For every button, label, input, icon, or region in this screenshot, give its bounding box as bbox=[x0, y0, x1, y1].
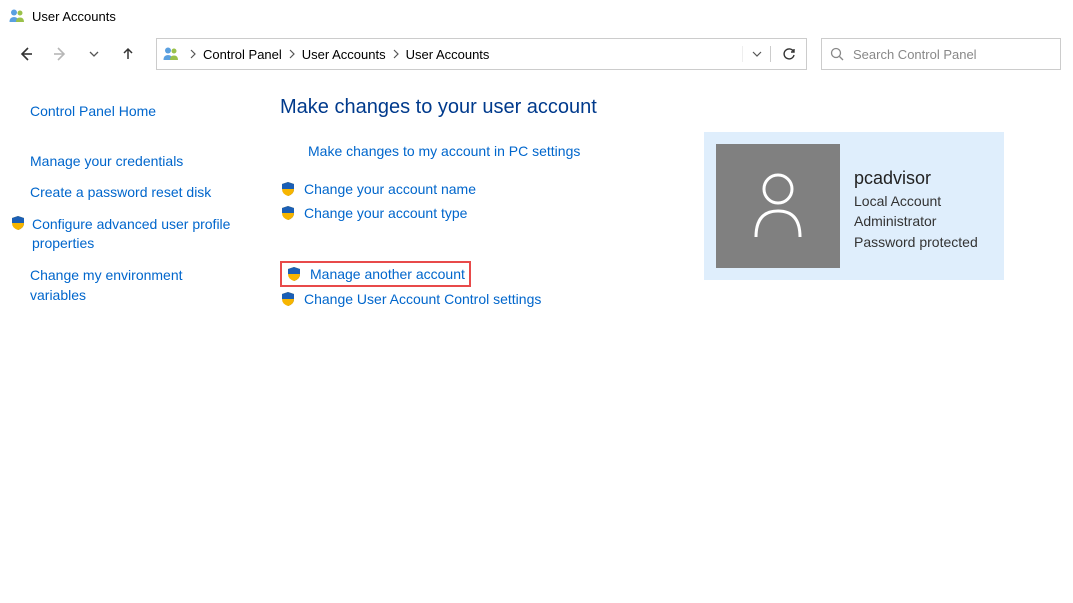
shield-icon bbox=[10, 215, 26, 231]
sidebar-item-advanced-profile[interactable]: Configure advanced user profile properti… bbox=[10, 209, 242, 260]
chevron-right-icon[interactable] bbox=[284, 49, 300, 59]
refresh-button[interactable] bbox=[770, 46, 806, 62]
control-panel-home-link[interactable]: Control Panel Home bbox=[30, 96, 242, 128]
account-password-status: Password protected bbox=[854, 232, 978, 252]
window-title: User Accounts bbox=[32, 9, 116, 24]
link-label: Change your account name bbox=[304, 181, 476, 197]
account-role: Administrator bbox=[854, 211, 978, 231]
page-title: Make changes to your user account bbox=[280, 96, 700, 119]
forward-button[interactable] bbox=[46, 40, 74, 68]
search-box[interactable] bbox=[821, 38, 1061, 70]
link-label: Manage another account bbox=[310, 266, 465, 282]
address-dropdown[interactable] bbox=[742, 46, 770, 62]
change-uac-settings-link[interactable]: Change User Account Control settings bbox=[280, 287, 700, 311]
shield-icon bbox=[280, 205, 296, 221]
breadcrumb-item[interactable]: User Accounts bbox=[404, 47, 492, 62]
account-name: pcadvisor bbox=[854, 168, 978, 189]
chevron-right-icon[interactable] bbox=[388, 49, 404, 59]
account-type: Local Account bbox=[854, 191, 978, 211]
change-account-type-link[interactable]: Change your account type bbox=[280, 201, 700, 225]
shield-icon bbox=[280, 291, 296, 307]
back-button[interactable] bbox=[12, 40, 40, 68]
avatar bbox=[716, 144, 840, 268]
shield-icon bbox=[286, 266, 302, 282]
manage-another-account-link[interactable]: Manage another account bbox=[280, 261, 471, 287]
pc-settings-link[interactable]: Make changes to my account in PC setting… bbox=[308, 143, 700, 159]
user-accounts-icon bbox=[157, 45, 185, 63]
up-button[interactable] bbox=[114, 40, 142, 68]
chevron-right-icon[interactable] bbox=[185, 49, 201, 59]
address-bar[interactable]: Control Panel User Accounts User Account… bbox=[156, 38, 807, 70]
link-label: Change your account type bbox=[304, 205, 467, 221]
breadcrumb-item[interactable]: Control Panel bbox=[201, 47, 284, 62]
user-accounts-icon bbox=[8, 7, 26, 25]
sidebar-item-env-vars[interactable]: Change my environment variables bbox=[30, 260, 242, 311]
sidebar-item-credentials[interactable]: Manage your credentials bbox=[30, 146, 242, 178]
user-card: pcadvisor Local Account Administrator Pa… bbox=[704, 132, 1004, 280]
change-account-name-link[interactable]: Change your account name bbox=[280, 177, 700, 201]
link-label: Change User Account Control settings bbox=[304, 291, 541, 307]
breadcrumb-item[interactable]: User Accounts bbox=[300, 47, 388, 62]
sidebar-item-password-reset[interactable]: Create a password reset disk bbox=[30, 177, 242, 209]
recent-dropdown[interactable] bbox=[80, 40, 108, 68]
search-icon bbox=[830, 47, 845, 62]
shield-icon bbox=[280, 181, 296, 197]
search-input[interactable] bbox=[853, 47, 1052, 62]
sidebar-item-label: Configure advanced user profile properti… bbox=[32, 215, 242, 254]
